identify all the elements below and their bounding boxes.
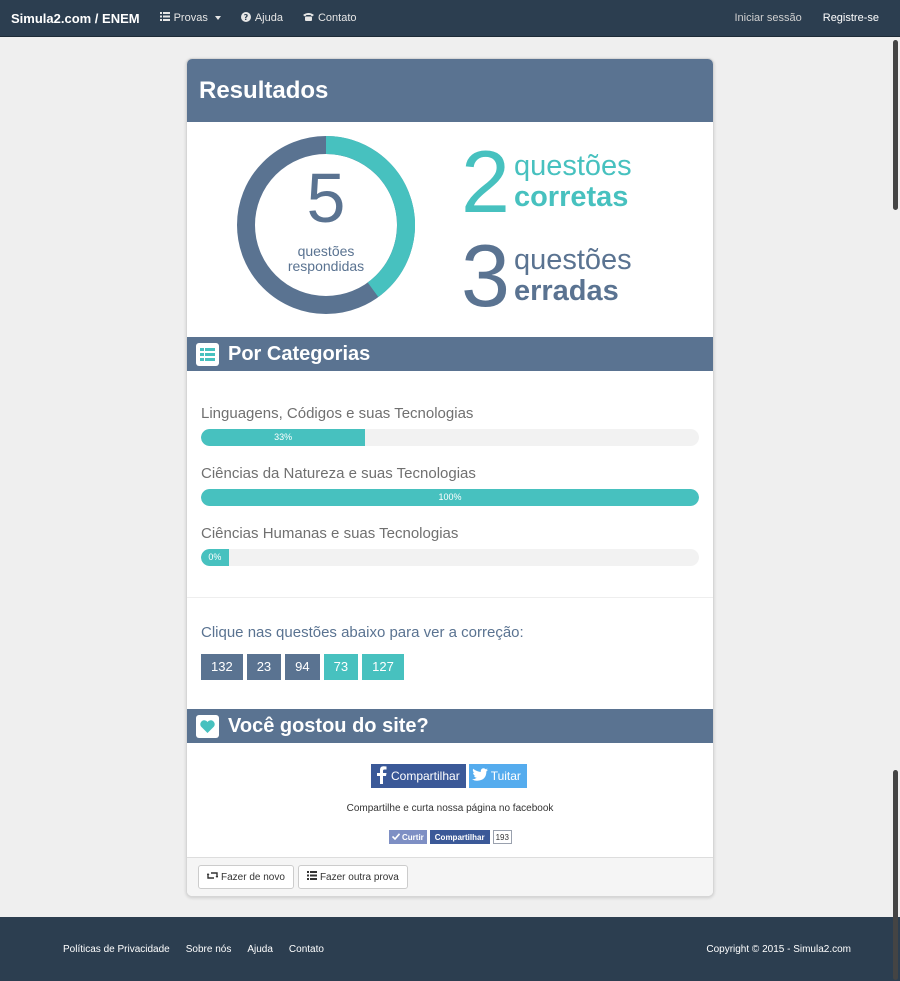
category-progress: 0% [201,549,699,566]
answered-label: questões respondidas [237,244,415,274]
scrollbar-thumb[interactable] [893,40,898,210]
share-section: Compartilhar Tuitar Compartilhe e curta … [187,743,713,873]
facebook-icon [374,765,388,787]
answered-label-line1: questões [297,243,355,259]
help-icon: ? [240,11,251,25]
category-label: Ciências da Natureza e suas Tecnologias [201,465,476,482]
retry-label: Fazer de novo [221,871,285,883]
wrong-word-1: questões [513,244,632,276]
retry-button[interactable]: Fazer de novo [198,865,294,889]
nav-contato[interactable]: Contato [302,12,357,24]
facebook-share-button[interactable]: Compartilhar [371,764,466,788]
answered-label-line2: respondidas [287,258,365,274]
correct-words: questões corretas [514,151,632,213]
facebook-share-count: 193 [492,830,512,844]
footer-link-about[interactable]: Sobre nós [186,944,232,955]
footer-links: Políticas de Privacidade Sobre nós Ajuda… [63,944,324,955]
categories-header: Por Categorias [187,337,713,371]
category-progress-bar: 0% [201,549,229,566]
question-button[interactable]: 23 [246,654,282,680]
share-title: Você gostou do site? [228,714,429,737]
category-item: Ciências da Natureza e suas Tecnologias … [201,465,699,506]
facebook-like-label: Curtir [402,832,424,842]
question-button[interactable]: 94 [285,654,320,680]
results-card: Resultados 5 questões respondidas 2 ques… [186,58,714,897]
footer-link-contact[interactable]: Contato [289,944,324,955]
list-icon [306,871,317,883]
facebook-like-widget: Curtir Compartilhar 193 [389,830,512,844]
category-label: Linguagens, Códigos e suas Tecnologias [201,405,474,422]
correct-word-2: corretas [513,181,629,213]
svg-text:?: ? [244,13,249,22]
twitter-share-label: Tuitar [490,769,521,783]
correct-word-1: questões [513,150,632,182]
categories-list: Linguagens, Códigos e suas Tecnologias 3… [187,371,713,598]
category-label: Ciências Humanas e suas Tecnologias [201,525,459,542]
other-exam-label: Fazer outra prova [319,871,399,883]
questions-list: 132 23 94 73 127 [201,654,699,680]
footer-link-help[interactable]: Ajuda [247,944,273,955]
nav-provas-label: Provas [173,12,208,24]
wrong-word-2: erradas [513,275,619,307]
category-progress-bar: 100% [201,489,699,506]
retweet-icon [206,871,219,883]
twitter-share-button[interactable]: Tuitar [468,764,527,788]
question-button[interactable]: 127 [362,654,404,680]
facebook-widget-share-button[interactable]: Compartilhar [429,830,490,844]
questions-title: Clique nas questões abaixo para ver a co… [201,624,524,641]
share-text: Compartilhe e curta nossa página no face… [346,803,554,814]
nav-ajuda[interactable]: ? Ajuda [240,11,283,25]
footer-link-privacy[interactable]: Políticas de Privacidade [63,944,170,955]
results-header: Resultados [187,59,713,122]
wrong-count: 3 [461,226,510,325]
nav-provas[interactable]: Provas [159,12,221,24]
top-navbar: Simula2.com / ENEM Provas ? Ajuda Contat… [0,0,900,37]
nav-contato-label: Contato [317,12,357,24]
wrong-stat: 3 questões erradas [461,232,632,320]
category-progress: 33% [201,429,699,446]
scrollbar-thumb-lower[interactable] [893,770,898,980]
facebook-like-button[interactable]: Curtir [389,830,427,844]
copyright: Copyright © 2015 - Simula2.com [706,943,851,955]
results-summary: 5 questões respondidas 2 questões corret… [187,122,713,337]
nav-ajuda-label: Ajuda [254,12,283,24]
category-progress: 100% [201,489,699,506]
categories-title: Por Categorias [228,342,371,365]
login-link[interactable]: Iniciar sessão [734,12,801,24]
category-item: Ciências Humanas e suas Tecnologias 0% [201,525,699,566]
check-icon [391,832,401,842]
results-title: Resultados [199,76,329,104]
share-header: Você gostou do site? [187,709,713,743]
nav-right: Iniciar sessão Registre-se [734,12,900,24]
category-progress-bar: 33% [201,429,366,446]
card-actions: Fazer de novo Fazer outra prova [187,857,713,896]
share-buttons: Compartilhar Tuitar [371,764,527,788]
correct-count: 2 [461,132,510,231]
heart-icon [196,714,219,738]
brand-link[interactable]: Simula2.com / ENEM [11,11,140,26]
register-link[interactable]: Registre-se [823,12,879,24]
site-footer: Políticas de Privacidade Sobre nós Ajuda… [0,917,900,981]
phone-icon [302,12,314,24]
caret-down-icon [214,16,221,20]
facebook-share-label: Compartilhar [391,769,460,783]
category-item: Linguagens, Códigos e suas Tecnologias 3… [201,405,699,446]
answered-count: 5 [306,159,346,237]
correct-stat: 2 questões corretas [461,138,632,226]
other-exam-button[interactable]: Fazer outra prova [297,865,408,889]
wrong-words: questões erradas [514,245,632,307]
twitter-icon [471,767,488,785]
question-button[interactable]: 132 [201,654,243,680]
list-icon [159,12,170,24]
question-button[interactable]: 73 [323,654,359,680]
questions-section: Clique nas questões abaixo para ver a co… [187,598,713,709]
table-list-icon [196,342,219,366]
answered-donut-text: 5 questões respondidas [237,136,415,314]
